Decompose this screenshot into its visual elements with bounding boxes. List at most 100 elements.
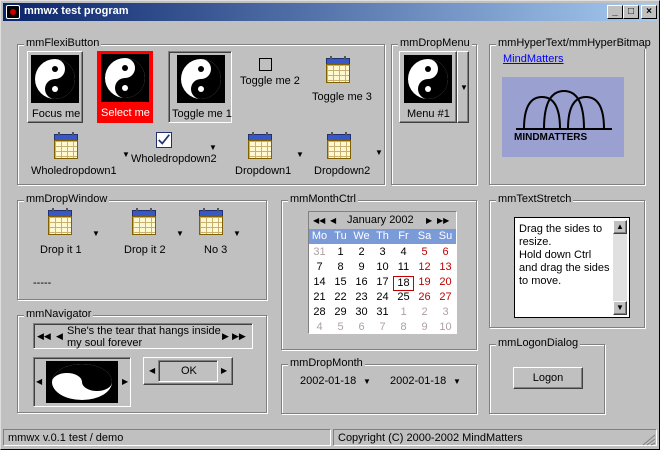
next-month-icon[interactable]: ▶ (426, 217, 432, 225)
next-year-icon[interactable]: ▶▶ (437, 217, 449, 225)
calendar-day[interactable]: 2 (351, 246, 372, 261)
maximize-button[interactable]: □ (623, 5, 639, 19)
ok-spin-control[interactable]: ◀ OK ▶ (143, 357, 233, 385)
dashes-text: ----- (33, 277, 52, 289)
yin-yang-icon (31, 55, 79, 103)
vertical-scrollbar[interactable]: ▲ ▼ (613, 220, 627, 315)
calendar-day[interactable]: 20 (435, 276, 456, 291)
calendar-day[interactable]: 31 (309, 246, 330, 261)
navigator-text-bar[interactable]: ◀◀ ◀ She's the tear that hangs inside my… (33, 323, 253, 349)
dropdown-arrow-icon[interactable]: ▼ (92, 230, 100, 238)
menu-1-button[interactable]: Menu #1 (399, 51, 457, 123)
calendar-day[interactable]: 8 (393, 321, 414, 336)
next-icon[interactable]: ▶ (221, 367, 227, 375)
calendar-day[interactable]: 21 (309, 291, 330, 306)
drop-month-value-1[interactable]: 2002-01-18 (300, 375, 356, 387)
no-3-button[interactable]: No 3 (192, 208, 236, 256)
calendar-day[interactable]: 7 (372, 321, 393, 336)
prev-image-icon[interactable]: ◀ (36, 378, 42, 386)
text-stretch-box[interactable]: Drag the sides to resize. Hold down Ctrl… (514, 217, 630, 318)
mindmatters-logo[interactable]: MINDMATTERS (502, 77, 624, 157)
calendar-day[interactable]: 29 (330, 306, 351, 321)
toggle-me-2-button[interactable]: Toggle me 2 (238, 55, 302, 91)
calendar-day[interactable]: 19 (414, 276, 435, 291)
scroll-down-button[interactable]: ▼ (613, 301, 627, 315)
dropdown-arrow-icon[interactable]: ▼ (209, 144, 217, 152)
drop-month-value-2[interactable]: 2002-01-18 (390, 375, 446, 387)
resize-grip-icon[interactable] (642, 434, 656, 446)
drop-it-1-button[interactable]: Drop it 1 (37, 208, 89, 256)
menu-dropdown-button[interactable]: ▼ (457, 51, 469, 123)
calendar-day[interactable]: 9 (351, 261, 372, 276)
calendar-day[interactable]: 4 (393, 246, 414, 261)
mindmatters-link[interactable]: MindMatters (503, 53, 564, 65)
calendar-day[interactable]: 26 (414, 291, 435, 306)
calendar-day[interactable]: 8 (330, 261, 351, 276)
calendar-day[interactable]: 27 (435, 291, 456, 306)
calendar-day[interactable]: 11 (393, 261, 414, 276)
calendar-day[interactable]: 17 (372, 276, 393, 291)
calendar-day[interactable]: 9 (414, 321, 435, 336)
calendar-day[interactable]: 24 (372, 291, 393, 306)
month-calendar[interactable]: ◀◀ ◀ January 2002 ▶ ▶▶ Mo Tu We Th Fr Sa Su 31 1… (308, 211, 457, 334)
next-icon[interactable]: ▶ (222, 332, 229, 341)
toggle-me-3-button[interactable]: Toggle me 3 (309, 55, 377, 105)
last-icon[interactable]: ▶▶ (232, 332, 246, 341)
dropdown-arrow-icon[interactable]: ▼ (176, 230, 184, 238)
calendar-day[interactable]: 23 (351, 291, 372, 306)
calendar-day[interactable]: 18 (393, 276, 414, 291)
chevron-down-icon[interactable]: ▼ (453, 378, 461, 386)
wholedropdown2-button[interactable]: Wholedropdown2 (129, 129, 221, 169)
calendar-day[interactable]: 6 (435, 246, 456, 261)
calendar-day[interactable]: 3 (435, 306, 456, 321)
calendar-icon (326, 132, 352, 160)
minimize-button[interactable]: _ (607, 5, 623, 19)
toggle-me-1-button[interactable]: Toggle me 1 (168, 51, 232, 123)
calendar-day[interactable]: 7 (309, 261, 330, 276)
calendar-day[interactable]: 31 (372, 306, 393, 321)
scroll-up-button[interactable]: ▲ (613, 220, 627, 234)
close-button[interactable]: × (641, 5, 657, 19)
chevron-down-icon[interactable]: ▼ (363, 378, 371, 386)
next-image-icon[interactable]: ▶ (122, 378, 128, 386)
calendar-day[interactable]: 6 (351, 321, 372, 336)
focus-me-button[interactable]: Focus me (27, 51, 83, 123)
dropdown1-button[interactable]: Dropdown1 (233, 132, 297, 179)
calendar-day[interactable]: 4 (309, 321, 330, 336)
logon-button[interactable]: Logon (513, 367, 583, 389)
ok-button[interactable]: OK (181, 365, 197, 377)
calendar-day[interactable]: 5 (414, 246, 435, 261)
prev-month-icon[interactable]: ◀ (330, 217, 336, 225)
first-icon[interactable]: ◀◀ (37, 332, 51, 341)
prev-icon[interactable]: ◀ (56, 332, 63, 341)
calendar-day[interactable]: 30 (351, 306, 372, 321)
dropdown-arrow-icon[interactable]: ▼ (375, 149, 383, 157)
dropdown-arrow-icon[interactable]: ▼ (296, 151, 304, 159)
calendar-day[interactable]: 15 (330, 276, 351, 291)
select-me-button[interactable]: Select me (97, 51, 153, 123)
calendar-day[interactable]: 12 (414, 261, 435, 276)
select-me-label: Select me (101, 107, 150, 119)
calendar-day[interactable]: 1 (330, 246, 351, 261)
calendar-day[interactable]: 28 (309, 306, 330, 321)
prev-year-icon[interactable]: ◀◀ (313, 217, 325, 225)
wholedropdown1-button[interactable]: Wholedropdown1 (29, 132, 117, 179)
calendar-day[interactable]: 2 (414, 306, 435, 321)
navigator-image-box[interactable]: ◀ ▶ (33, 357, 131, 407)
calendar-day[interactable]: 25 (393, 291, 414, 306)
calendar-day[interactable]: 10 (435, 321, 456, 336)
calendar-day[interactable]: 22 (330, 291, 351, 306)
dropdown-arrow-icon[interactable]: ▼ (233, 230, 241, 238)
calendar-day[interactable]: 3 (372, 246, 393, 261)
calendar-day[interactable]: 16 (351, 276, 372, 291)
yin-yang-wide-icon (46, 361, 118, 403)
drop-it-2-button[interactable]: Drop it 2 (121, 208, 173, 256)
dropdown2-button[interactable]: Dropdown2 (312, 132, 376, 179)
title-bar[interactable]: mmwx test program _ □ × (3, 3, 657, 21)
calendar-day[interactable]: 5 (330, 321, 351, 336)
prev-icon[interactable]: ◀ (149, 367, 155, 375)
calendar-day[interactable]: 14 (309, 276, 330, 291)
calendar-day[interactable]: 1 (393, 306, 414, 321)
calendar-day[interactable]: 10 (372, 261, 393, 276)
calendar-day[interactable]: 13 (435, 261, 456, 276)
